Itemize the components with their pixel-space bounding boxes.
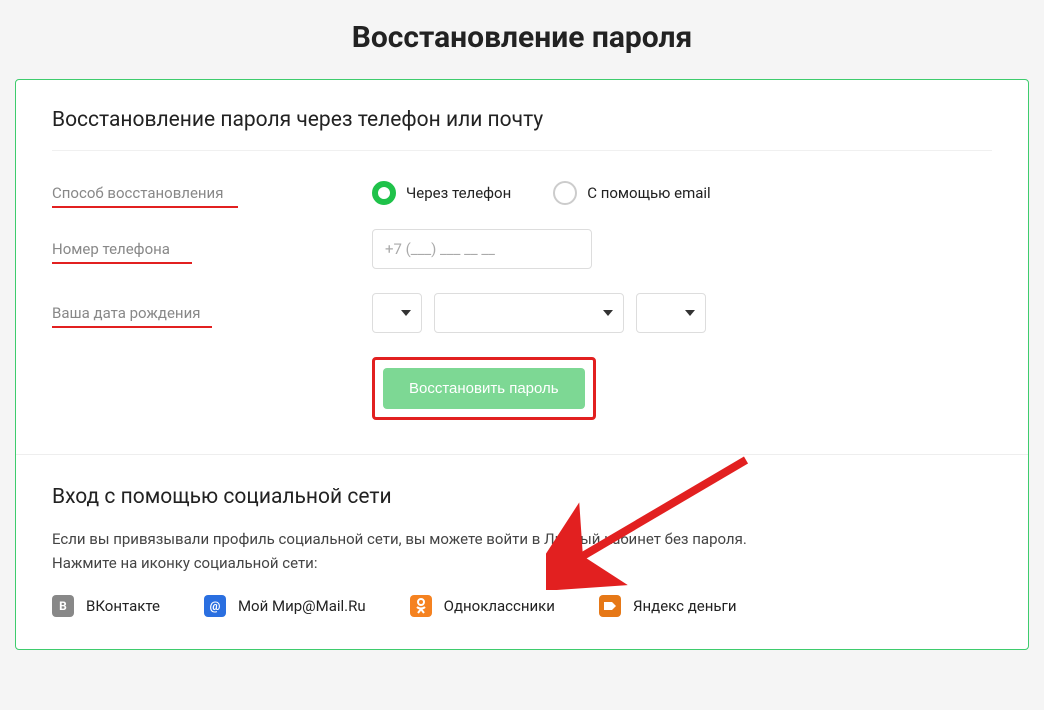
social-ok[interactable]: Одноклассники [410,595,555,617]
restore-password-button[interactable]: Восстановить пароль [383,368,585,409]
ok-icon [410,595,432,617]
dob-day-select[interactable] [372,293,422,333]
dob-year-select[interactable] [636,293,706,333]
social-section: Вход с помощью социальной сети Если вы п… [16,454,1028,649]
highlight-box: Восстановить пароль [372,357,596,420]
recovery-method-options: Через телефон С помощью email [372,181,992,205]
phone-label-text: Номер телефона [52,240,170,258]
phone-input[interactable]: +7 (___) ___ __ __ [372,229,592,269]
recovery-method-label: Способ восстановления [52,184,372,202]
radio-email-icon [553,181,577,205]
chevron-down-icon [401,310,411,316]
submit-spacer [52,357,372,420]
social-mailru-label: Мой Мир@Mail.Ru [238,597,366,615]
form-section-title: Восстановление пароля через телефон или … [52,108,992,132]
underline-mark [52,326,212,328]
radio-phone-icon [372,181,396,205]
row-dob: Ваша дата рождения [52,293,992,333]
social-yandex-label: Яндекс деньги [633,597,737,615]
page-title: Восстановление пароля [15,20,1029,55]
radio-phone[interactable]: Через телефон [372,181,511,205]
radio-email-label: С помощью email [587,184,710,202]
divider [52,150,992,151]
social-list: B ВКонтакте @ Мой Мир@Mail.Ru Одноклассн… [52,595,992,617]
social-desc-line1: Если вы привязывали профиль социальной с… [52,530,747,548]
radio-email[interactable]: С помощью email [553,181,710,205]
row-submit: Восстановить пароль [52,357,992,420]
social-vk[interactable]: B ВКонтакте [52,595,160,617]
form-section: Восстановление пароля через телефон или … [16,80,1028,454]
mailru-icon: @ [204,595,226,617]
dob-month-select[interactable] [434,293,624,333]
dob-label-text: Ваша дата рождения [52,304,200,322]
social-description: Если вы привязывали профиль социальной с… [52,527,992,575]
dob-controls [372,293,992,333]
row-recovery-method: Способ восстановления Через телефон С по… [52,181,992,205]
social-yandex[interactable]: Яндекс деньги [599,595,737,617]
underline-mark [52,262,192,264]
radio-phone-label: Через телефон [406,184,511,202]
social-desc-line2: Нажмите на иконку социальной сети: [52,554,317,572]
yandex-money-icon [599,595,621,617]
social-vk-label: ВКонтакте [86,597,160,615]
chevron-down-icon [603,310,613,316]
recovery-method-label-text: Способ восстановления [52,184,223,202]
chevron-down-icon [685,310,695,316]
submit-area: Восстановить пароль [372,357,596,420]
phone-label: Номер телефона [52,240,372,258]
row-phone: Номер телефона +7 (___) ___ __ __ [52,229,992,269]
underline-mark [52,206,238,208]
phone-control: +7 (___) ___ __ __ [372,229,992,269]
social-section-title: Вход с помощью социальной сети [52,485,992,509]
recovery-card: Восстановление пароля через телефон или … [15,79,1029,650]
dob-label: Ваша дата рождения [52,304,372,322]
social-ok-label: Одноклассники [444,597,555,615]
vk-icon: B [52,595,74,617]
social-mailru[interactable]: @ Мой Мир@Mail.Ru [204,595,366,617]
